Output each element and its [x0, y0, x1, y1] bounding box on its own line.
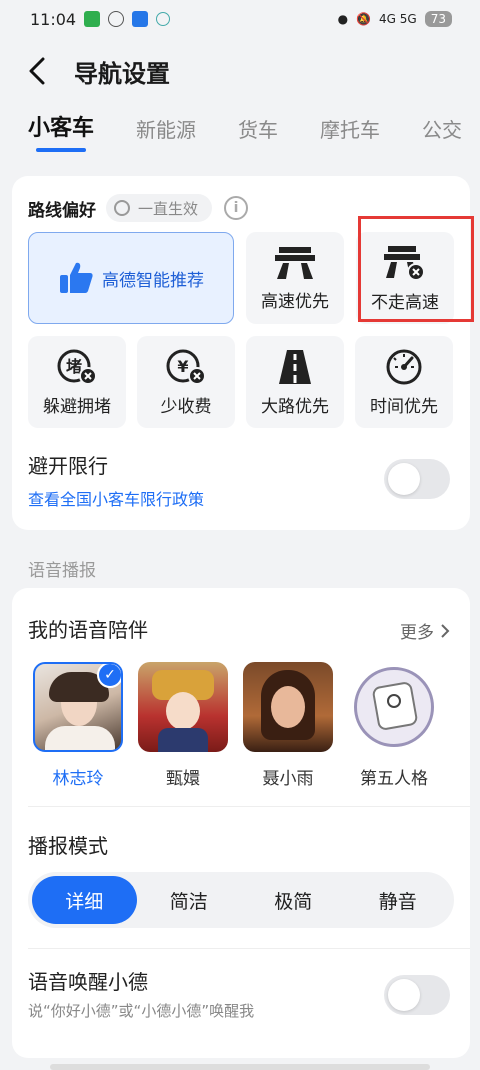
voice-avatar-item[interactable]: ✓ 林志玲 — [32, 662, 124, 789]
avatar-name: 林志玲 — [52, 769, 104, 789]
option-label: 时间优先 — [370, 396, 438, 417]
divider — [28, 948, 470, 949]
main-road-icon — [279, 349, 311, 384]
tab-motorcycle[interactable]: 摩托车 — [320, 114, 380, 143]
misc-notification-icon — [156, 12, 171, 26]
avatar-name: 第五人格 — [360, 769, 428, 789]
battery-indicator: 73 — [424, 11, 452, 27]
option-highway-first[interactable]: 高速优先 — [246, 232, 344, 324]
highway-icon — [275, 246, 315, 279]
avatar: ✓ — [33, 662, 123, 752]
option-label: 大路优先 — [261, 396, 329, 417]
voice-wake-title: 语音唤醒小德 — [28, 970, 148, 994]
more-label: 更多 — [400, 623, 434, 643]
voice-card: 我的语音陪伴 更多 ✓ 林志玲 甄嬛 聂小雨 第五人格 播报模式 详细 简洁 极… — [12, 588, 470, 1058]
page-title: 导航设置 — [74, 59, 170, 88]
vehicle-tabs: 小客车 新能源 货车 摩托车 公交 — [0, 110, 480, 160]
voice-avatar-item[interactable]: 甄嬛 — [137, 662, 229, 789]
avatar-name: 聂小雨 — [262, 769, 314, 789]
route-preference-title: 路线偏好 — [28, 200, 96, 221]
option-main-road[interactable]: 大路优先 — [246, 336, 344, 428]
voice-wake-subtitle: 说“你好小德”或“小德小德”唤醒我 — [28, 1002, 255, 1020]
network-label: 4G 5G — [379, 12, 417, 26]
tab-car[interactable]: 小客车 — [28, 110, 94, 152]
option-avoid-congestion[interactable]: 堵 躲避拥堵 — [28, 336, 126, 428]
location-icon: ● — [337, 12, 349, 26]
status-time: 11:04 — [30, 9, 77, 29]
always-effective-toggle[interactable]: 一直生效 — [106, 194, 213, 222]
option-label: 不走高速 — [371, 292, 439, 313]
avoid-restriction-title: 避开限行 — [28, 454, 108, 478]
avatar — [354, 667, 434, 747]
voice-avatar-item[interactable]: 第五人格 — [348, 662, 440, 789]
option-label: 高速优先 — [261, 291, 329, 312]
more-button[interactable]: 更多 — [400, 618, 450, 643]
tab-bus[interactable]: 公交 — [422, 114, 462, 143]
no-highway-icon — [384, 245, 425, 281]
tab-new-energy[interactable]: 新能源 — [136, 114, 196, 143]
voice-wake-toggle[interactable] — [384, 975, 450, 1015]
avoid-congestion-icon: 堵 — [57, 349, 97, 385]
option-less-toll[interactable]: ¥ 少收费 — [137, 336, 235, 428]
tab-truck[interactable]: 货车 — [238, 114, 278, 143]
mode-concise[interactable]: 简洁 — [137, 876, 242, 924]
app-notification-icon — [84, 11, 101, 27]
speedometer-icon — [386, 349, 422, 384]
header: 导航设置 — [0, 44, 480, 98]
voice-section-label: 语音播报 — [28, 561, 96, 581]
option-smart-recommend[interactable]: 高德智能推荐 — [28, 232, 234, 324]
map-notification-icon — [132, 11, 149, 27]
always-effective-label: 一直生效 — [138, 199, 199, 218]
broadcast-mode-segmented: 详细 简洁 极简 静音 — [28, 872, 454, 928]
radio-icon — [114, 200, 130, 216]
option-time-first[interactable]: 时间优先 — [355, 336, 453, 428]
voice-companion-title: 我的语音陪伴 — [28, 618, 148, 642]
back-button[interactable] — [28, 51, 56, 91]
avatar — [138, 662, 228, 752]
chevron-right-icon — [441, 623, 450, 638]
route-preference-card: 路线偏好 一直生效 i 高德智能推荐 高速优先 不走高速 堵 躲避拥堵 ¥ 少收… — [12, 176, 470, 530]
avoid-restriction-toggle[interactable] — [384, 459, 450, 499]
status-bar: 11:04 ● 🔕 4G 5G 73 — [0, 0, 480, 38]
thumbs-up-icon — [60, 262, 93, 293]
route-preference-header: 路线偏好 一直生效 i — [28, 194, 249, 222]
mode-minimal[interactable]: 极简 — [241, 876, 346, 924]
mute-icon: 🔕 — [356, 12, 372, 26]
mode-mute[interactable]: 静音 — [346, 876, 451, 924]
divider — [28, 806, 470, 807]
broadcast-mode-title: 播报模式 — [28, 834, 108, 858]
bottom-edge — [50, 1064, 430, 1070]
option-label: 躲避拥堵 — [43, 396, 111, 417]
k-notification-icon — [108, 11, 125, 27]
less-toll-icon: ¥ — [166, 349, 206, 385]
avatar — [243, 662, 333, 752]
avatar-name: 甄嬛 — [166, 769, 200, 789]
svg-text:¥: ¥ — [177, 357, 188, 376]
option-avoid-highway[interactable]: 不走高速 — [356, 232, 454, 324]
voice-avatar-item[interactable]: 聂小雨 — [242, 662, 334, 789]
selected-check-icon: ✓ — [97, 664, 121, 688]
option-label: 高德智能推荐 — [102, 270, 204, 291]
mode-detailed[interactable]: 详细 — [32, 876, 137, 924]
back-arrow-icon — [29, 57, 45, 85]
restriction-policy-link[interactable]: 查看全国小客车限行政策 — [28, 486, 204, 510]
option-label: 少收费 — [160, 396, 212, 417]
info-icon[interactable]: i — [224, 196, 249, 220]
